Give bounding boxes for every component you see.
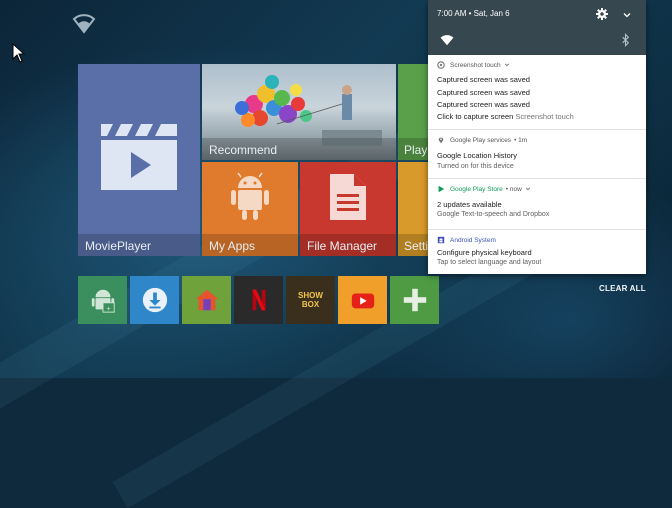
notification-header: Android System — [437, 236, 496, 244]
play-store-icon — [438, 185, 445, 193]
tile-recommend[interactable]: Recommend — [202, 64, 396, 160]
clear-all-button[interactable]: CLEAR ALL — [599, 284, 646, 293]
download-icon — [142, 287, 167, 313]
notification-header: Google Play Store • now — [437, 185, 531, 193]
tile-label: Play — [404, 143, 428, 157]
tile-play[interactable]: Play — [398, 64, 428, 160]
notification-title: Configure physical keyboard — [437, 248, 532, 257]
android-system-icon — [437, 236, 445, 244]
notification-header: Google Play services • 1m — [437, 136, 527, 144]
tile-label: Recommend — [209, 143, 278, 157]
notification-app-name: Screenshot touch — [450, 61, 501, 69]
notification-header: Screenshot touch — [437, 61, 510, 69]
document-icon — [330, 174, 366, 220]
clapperboard-icon — [101, 124, 177, 190]
app-downloader[interactable] — [130, 276, 179, 324]
gear-icon[interactable] — [596, 8, 608, 20]
notification-line: Captured screen was saved — [437, 88, 530, 97]
tile-file-manager[interactable]: File Manager — [300, 162, 396, 256]
svg-text:+: + — [105, 304, 110, 312]
location-pin-icon — [438, 137, 444, 144]
app-apk-installer[interactable]: + — [78, 276, 127, 324]
tile-label: MoviePlayer — [85, 239, 152, 253]
showbox-icon-text: SHOW — [298, 291, 323, 300]
bluetooth-icon[interactable] — [621, 33, 630, 47]
app-home[interactable] — [182, 276, 231, 324]
screenshot-touch-icon — [437, 61, 445, 69]
notification-line: Click to capture screen Screenshot touch — [437, 112, 574, 121]
app-youtube[interactable] — [338, 276, 387, 324]
notification-text: Turned on for this device — [437, 163, 514, 170]
android-icon — [231, 172, 269, 220]
add-icon — [403, 288, 426, 312]
notification-time: • now — [505, 185, 522, 193]
notification-app-name: Google Play services — [450, 136, 512, 144]
status-time-date: 7:00 AM • Sat, Jan 6 — [437, 9, 510, 18]
notification-action-text: Click to capture screen — [437, 112, 514, 121]
app-showbox[interactable]: SHOW BOX — [286, 276, 335, 324]
chevron-down-icon[interactable] — [621, 9, 633, 21]
quick-settings-header: 7:00 AM • Sat, Jan 6 — [428, 0, 646, 55]
home-icon — [195, 289, 218, 311]
tile-label: My Apps — [209, 239, 256, 253]
expand-chevron-icon[interactable] — [504, 62, 510, 68]
tile-label: File Manager — [307, 239, 378, 253]
notification-android-system[interactable]: Android System Configure physical keyboa… — [428, 230, 646, 274]
showbox-icon-text: BOX — [301, 300, 320, 309]
app-netflix[interactable] — [234, 276, 283, 324]
mouse-cursor-icon — [12, 43, 26, 63]
notification-app-name: Android System — [450, 236, 496, 244]
notification-panel: 7:00 AM • Sat, Jan 6 Screenshot touch Ca… — [428, 0, 646, 274]
notification-line: Captured screen was saved — [437, 75, 530, 84]
notification-time: • 1m — [514, 136, 528, 144]
notification-text: Google Text-to-speech and Dropbox — [437, 211, 550, 218]
expand-chevron-icon[interactable] — [525, 186, 531, 192]
android-apk-icon: + — [91, 289, 115, 313]
wifi-icon — [72, 14, 96, 34]
app-add[interactable] — [390, 276, 439, 324]
tile-label: Setti — [404, 239, 428, 253]
notification-play-services[interactable]: Google Play services • 1m Google Locatio… — [428, 130, 646, 179]
notification-play-store[interactable]: Google Play Store • now 2 updates availa… — [428, 179, 646, 230]
notification-screenshot-touch[interactable]: Screenshot touch Captured screen was sav… — [428, 55, 646, 130]
wifi-toggle-icon[interactable] — [440, 34, 454, 46]
notification-source: Screenshot touch — [515, 112, 574, 121]
notification-title: Google Location History — [437, 151, 518, 160]
netflix-icon — [251, 289, 266, 311]
notification-text: Tap to select language and layout — [437, 259, 542, 266]
notification-app-name: Google Play Store — [450, 185, 503, 193]
tile-my-apps[interactable]: My Apps — [202, 162, 298, 256]
notification-line: Captured screen was saved — [437, 100, 530, 109]
youtube-icon — [351, 293, 374, 309]
tile-settings[interactable]: Setti — [398, 162, 428, 256]
notification-title: 2 updates available — [437, 200, 502, 209]
tile-movieplayer[interactable]: MoviePlayer — [78, 64, 200, 256]
